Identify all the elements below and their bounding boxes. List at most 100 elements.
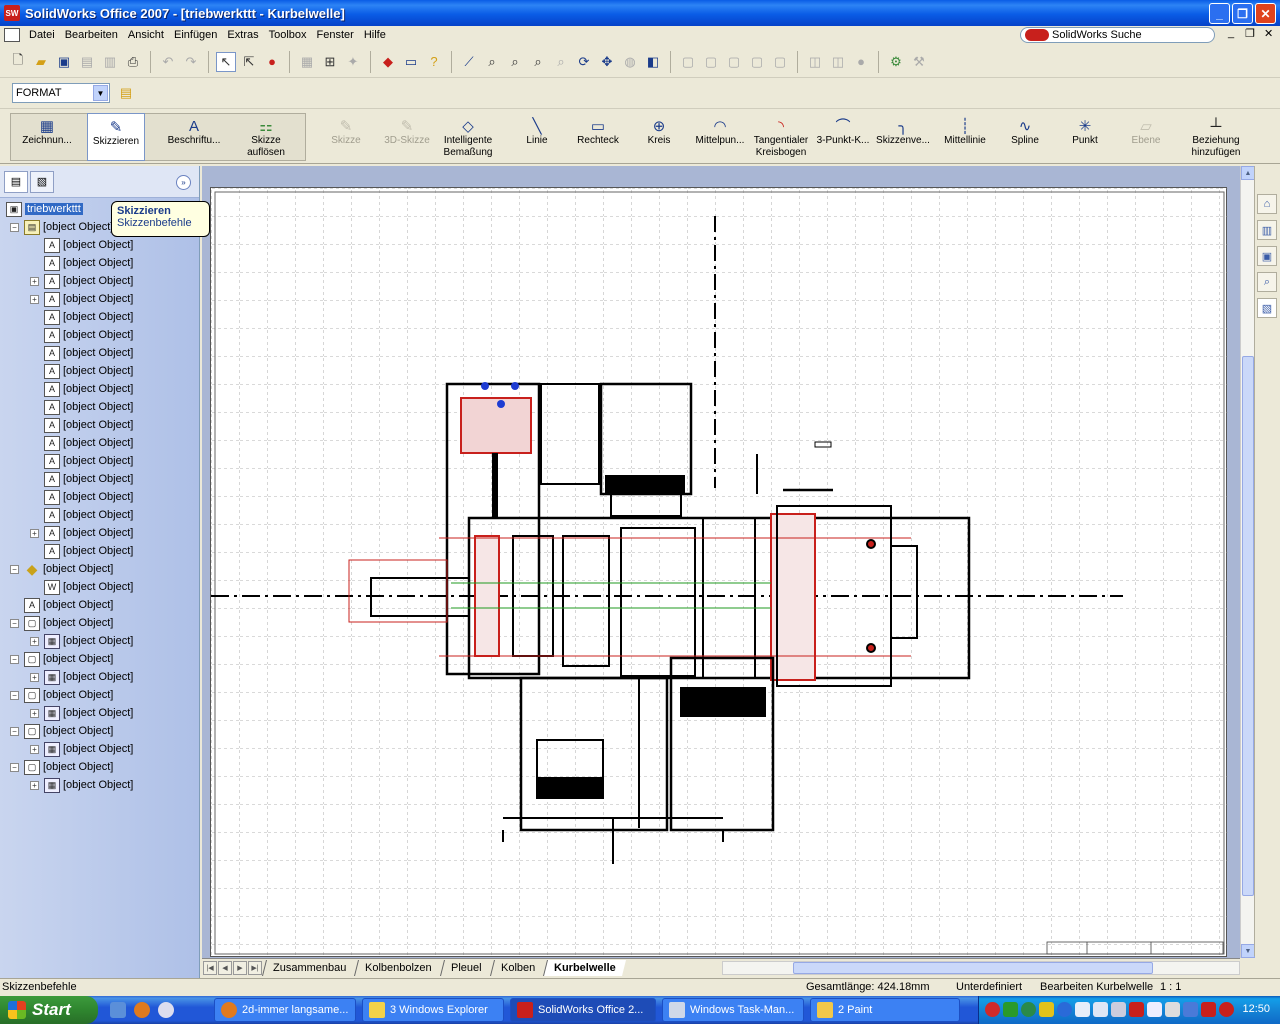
shaded-icon[interactable]: ● — [851, 52, 871, 72]
collapse-icon[interactable]: − — [10, 654, 19, 664]
menu-extras[interactable]: Extras — [222, 29, 263, 41]
grid-icon[interactable]: ▦ — [297, 52, 317, 72]
wireframe-icon[interactable]: ◫ — [805, 52, 825, 72]
zoom-in-out-icon[interactable]: ⌕ — [528, 52, 548, 72]
drawing-area[interactable] — [202, 166, 1240, 958]
resources-icon[interactable]: ▥ — [1257, 220, 1277, 240]
tab-skizze-aufloesen[interactable]: ⚏ Skizze auflösen — [236, 113, 296, 159]
menu-fenster[interactable]: Fenster — [312, 29, 359, 41]
tray-remove-hardware-icon[interactable] — [1201, 1002, 1216, 1017]
tray-volume-icon[interactable] — [1165, 1002, 1180, 1017]
expand-icon[interactable]: + — [30, 672, 39, 682]
tray-sync-icon[interactable] — [1021, 1002, 1036, 1017]
view-front-icon[interactable]: ▢ — [678, 52, 698, 72]
tool-kreis[interactable]: ⊕ Kreis — [638, 113, 680, 147]
help-icon[interactable]: ? — [424, 52, 444, 72]
tree-item[interactable]: − ▢ [object Object] — [10, 722, 113, 740]
tree-item[interactable]: − ▢ [object Object] — [10, 650, 113, 668]
doc-minimize-button[interactable]: _ — [1228, 27, 1234, 39]
first-sheet-icon[interactable]: |◀ — [203, 960, 217, 975]
window-layout-icon[interactable]: ▭ — [401, 52, 421, 72]
minimize-button[interactable]: _ — [1209, 3, 1230, 24]
home-icon[interactable]: ⌂ — [1257, 194, 1277, 214]
new-file-icon[interactable]: 🗋 — [8, 52, 28, 72]
task-solidworks[interactable]: SolidWorks Office 2... — [510, 998, 656, 1022]
tray-search-icon[interactable] — [1093, 1002, 1108, 1017]
last-sheet-icon[interactable]: ▶| — [248, 960, 262, 975]
next-sheet-icon[interactable]: ▶ — [233, 960, 247, 975]
view-back-icon[interactable]: ▢ — [701, 52, 721, 72]
task-firefox[interactable]: 2d-immer langsame... — [214, 998, 356, 1022]
tray-update-icon[interactable] — [1183, 1002, 1198, 1017]
search-icon[interactable]: ⌕ — [1257, 272, 1277, 292]
menu-toolbox[interactable]: Toolbox — [264, 29, 312, 41]
tree-item[interactable]: − ◆ [object Object] — [10, 560, 113, 578]
tree-item[interactable]: A [object Object] — [30, 362, 133, 380]
doc-restore-button[interactable]: ❐ — [1245, 27, 1255, 40]
tool-tangentialer-kreisbogen[interactable]: ◝ Tangentialer Kreisbogen — [750, 113, 812, 159]
sheet-tab-kolben[interactable]: Kolben — [489, 959, 545, 976]
previous-view-icon[interactable]: ◍ — [620, 52, 640, 72]
library-icon[interactable]: ▣ — [1257, 246, 1277, 266]
hidden-lines-icon[interactable]: ◫ — [828, 52, 848, 72]
feature-tree-tab[interactable]: ▤ — [4, 170, 28, 193]
expand-icon[interactable]: + — [30, 528, 39, 538]
select-arrow-icon[interactable]: ↖ — [216, 51, 236, 72]
expand-icon[interactable]: + — [30, 744, 39, 754]
tree-item[interactable]: + ▦ [object Object] — [30, 740, 133, 758]
media-player-icon[interactable] — [158, 1002, 174, 1018]
tree-item[interactable]: − ▢ [object Object] — [10, 686, 113, 704]
tab-beschriftung[interactable]: A Beschriftu... — [160, 113, 228, 147]
tool-skizze[interactable]: ✎ Skizze — [322, 113, 370, 147]
tree-item[interactable]: A [object Object] — [30, 326, 133, 344]
tree-item[interactable]: − ▢ [object Object] — [10, 614, 113, 632]
tree-item[interactable]: W [object Object] — [30, 578, 133, 596]
status-scale[interactable]: 1 : 1 — [1160, 981, 1181, 993]
view-right-icon[interactable]: ▢ — [747, 52, 767, 72]
menu-bearbeiten[interactable]: Bearbeiten — [60, 29, 123, 41]
menu-hilfe[interactable]: Hilfe — [359, 29, 391, 41]
tree-item[interactable]: + ▦ [object Object] — [30, 776, 133, 794]
redo-icon[interactable]: ↷ — [181, 52, 201, 72]
traffic-light-icon[interactable]: ● — [262, 52, 282, 72]
tray-shield-icon[interactable] — [1219, 1002, 1234, 1017]
sheet-tab-kurbelwelle[interactable]: Kurbelwelle — [542, 959, 626, 976]
task-windows-explorer[interactable]: 3 Windows Explorer — [362, 998, 504, 1022]
scroll-up-icon[interactable]: ▲ — [1241, 166, 1255, 180]
tree-item[interactable]: A [object Object] — [30, 416, 133, 434]
expand-icon[interactable]: + — [30, 636, 39, 646]
standard-views-icon[interactable]: ◧ — [643, 52, 663, 72]
tree-item[interactable]: A [object Object] — [30, 506, 133, 524]
sheet-tab-zusammenbau[interactable]: Zusammenbau — [262, 959, 357, 976]
sheet-tab-kolbenbolzen[interactable]: Kolbenbolzen — [354, 959, 443, 976]
previous-sheet-icon[interactable]: ◀ — [218, 960, 232, 975]
tree-item[interactable]: A [object Object] — [30, 542, 133, 560]
tool-intelligente-bemassung[interactable]: ◇ Intelligente Bemaßung — [438, 113, 498, 159]
tree-item[interactable]: + A [object Object] — [30, 290, 133, 308]
undo-icon[interactable]: ↶ — [158, 52, 178, 72]
view-left-icon[interactable]: ▢ — [724, 52, 744, 72]
start-button[interactable]: Start — [0, 996, 98, 1024]
tray-display-icon[interactable] — [1075, 1002, 1090, 1017]
menu-datei[interactable]: Datei — [24, 29, 60, 41]
vertical-scrollbar[interactable]: ▲ ▼ — [1240, 166, 1255, 958]
tray-security-icon[interactable] — [1039, 1002, 1054, 1017]
select-other-icon[interactable]: ⇱ — [239, 52, 259, 72]
solidworks-app-icon[interactable]: SW — [4, 5, 20, 21]
tree-item[interactable]: − ▤ [object Object] — [10, 218, 113, 236]
format-dropdown[interactable]: FORMAT ▼ — [12, 83, 110, 103]
tab-skizzieren[interactable]: ✎ Skizzieren — [87, 113, 145, 161]
pan-icon[interactable]: ✥ — [597, 52, 617, 72]
tree-item[interactable]: A [object Object] — [30, 380, 133, 398]
collapse-icon[interactable]: − — [10, 564, 19, 574]
tree-item[interactable]: A [object Object] — [30, 470, 133, 488]
firefox-icon[interactable] — [134, 1002, 150, 1018]
tool-beziehung-hinzufuegen[interactable]: ┴ Beziehung hinzufügen — [1186, 113, 1246, 159]
part-icon[interactable]: ◆ — [378, 52, 398, 72]
tool-mittelpunkt-bogen[interactable]: ◠ Mittelpun... — [692, 113, 748, 147]
print-icon[interactable]: ⎙ — [123, 52, 143, 72]
expand-icon[interactable]: + — [30, 276, 39, 286]
tool-ebene[interactable]: ▱ Ebene — [1124, 113, 1168, 147]
tree-item[interactable]: + ▦ [object Object] — [30, 632, 133, 650]
tray-antivirus-icon[interactable] — [1129, 1002, 1144, 1017]
